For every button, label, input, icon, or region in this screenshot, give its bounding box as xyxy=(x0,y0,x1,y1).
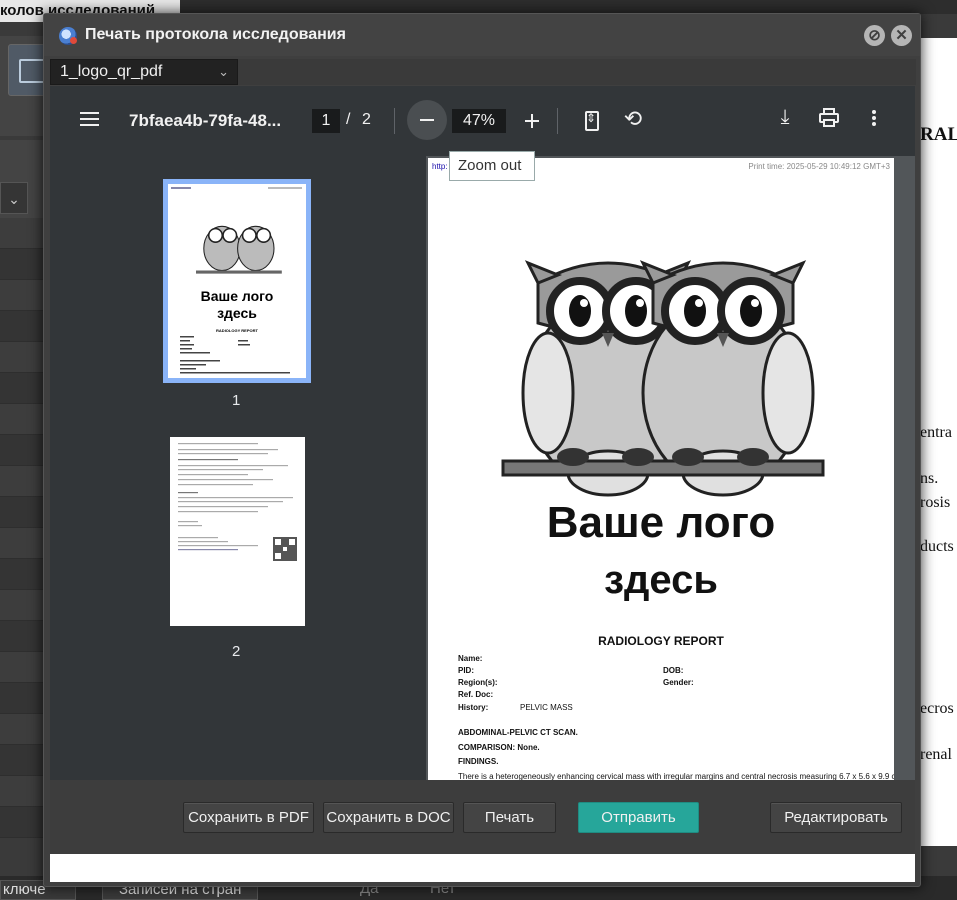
table-row[interactable] xyxy=(0,435,48,466)
zoom-in-button[interactable] xyxy=(521,110,543,132)
print-dialog: Печать протокола исследования ⊘ ✕ 1_logo… xyxy=(43,13,921,887)
pdf-page: http: Print time: 2025-05-29 10:49:12 GM… xyxy=(428,158,894,780)
menu-icon[interactable] xyxy=(78,108,102,132)
table-row[interactable] xyxy=(0,714,48,745)
chevron-down-icon: ⌄ xyxy=(218,64,229,79)
logo-placeholder-text-2: здесь xyxy=(604,558,718,602)
thumbnail-label-1: 1 xyxy=(232,392,241,409)
app-icon xyxy=(59,27,77,45)
table-row[interactable] xyxy=(0,652,48,683)
pdf-toolbar: 7bfaea4b-79fa-48... 1 / 2 47% ⟲ ⤓ xyxy=(50,86,915,156)
table-row[interactable] xyxy=(0,497,48,528)
calendar-icon[interactable] xyxy=(8,44,48,96)
field-ref-doc: Ref. Doc: xyxy=(458,690,494,699)
download-icon[interactable]: ⤓ xyxy=(773,106,797,132)
save-doc-button[interactable]: Сохранить в DOC xyxy=(323,802,454,833)
table-row[interactable] xyxy=(0,683,48,714)
field-findings: FINDINGS. xyxy=(458,757,499,766)
field-name: Name: xyxy=(458,654,483,663)
page-total: 2 xyxy=(362,111,371,128)
doc-fragment: renal xyxy=(920,746,952,763)
field-gender: Gender: xyxy=(663,678,694,687)
table-row[interactable] xyxy=(0,621,48,652)
table-row[interactable] xyxy=(0,218,48,249)
send-button[interactable]: Отправить xyxy=(578,802,699,833)
zoom-input[interactable]: 47% xyxy=(452,109,506,133)
field-scan: ABDOMINAL-PELVIC CT SCAN. xyxy=(458,728,578,737)
fit-page-icon[interactable] xyxy=(585,111,599,131)
dialog-footer: Сохранить в PDF Сохранить в DOC Печать О… xyxy=(50,780,915,854)
field-dob: DOB: xyxy=(663,666,684,675)
background-table xyxy=(0,218,48,868)
table-row[interactable] xyxy=(0,807,48,838)
minimize-icon[interactable]: ⊘ xyxy=(864,25,885,46)
logo-placeholder-text: Ваше лого xyxy=(546,498,776,547)
zoom-out-button[interactable] xyxy=(407,100,447,140)
page-print-time: Print time: 2025-05-29 10:49:12 GMT+3 xyxy=(748,162,890,171)
field-region: Region(s): xyxy=(458,678,498,687)
table-row[interactable] xyxy=(0,249,48,280)
page-url[interactable]: http: xyxy=(432,162,448,171)
owl-logo-image xyxy=(501,260,825,497)
table-row[interactable] xyxy=(0,528,48,559)
table-row[interactable] xyxy=(0,590,48,621)
page-view: http: Print time: 2025-05-29 10:49:12 GM… xyxy=(426,156,915,780)
svg-text:RADIOLOGY REPORT: RADIOLOGY REPORT xyxy=(216,328,258,333)
report-title: RADIOLOGY REPORT xyxy=(598,634,724,648)
toolbar-divider xyxy=(394,108,395,134)
dialog-bottom-area xyxy=(50,854,915,882)
pdf-viewer: 7bfaea4b-79fa-48... 1 / 2 47% ⟲ ⤓ xyxy=(50,86,915,780)
table-row[interactable] xyxy=(0,342,48,373)
svg-text:Ваше лого: Ваше лого xyxy=(201,288,274,304)
page-number-input[interactable]: 1 xyxy=(312,109,340,133)
findings-text: There is a heterogeneously enhancing cer… xyxy=(458,772,894,780)
doc-fragment: ecros xyxy=(920,700,954,717)
more-options-icon[interactable] xyxy=(866,108,882,134)
table-row[interactable] xyxy=(0,466,48,497)
page-thumbnail-2[interactable] xyxy=(170,437,305,626)
page-thumbnail-1[interactable]: Ваше лого здесь RADIOLOGY REPORT xyxy=(163,179,311,383)
thumbnail-label-2: 2 xyxy=(232,643,241,660)
doc-fragment: rosis xyxy=(920,494,951,511)
doc-fragment: entra xyxy=(920,424,952,441)
dialog-title: Печать протокола исследования xyxy=(85,26,346,43)
thumbnail-2-preview xyxy=(178,443,297,561)
table-row[interactable] xyxy=(0,404,48,435)
field-comparison: COMPARISON: None. xyxy=(458,743,540,752)
table-row[interactable] xyxy=(0,311,48,342)
dialog-titlebar[interactable]: Печать протокола исследования ⊘ ✕ xyxy=(44,14,920,56)
thumbnail-1-preview: Ваше лого здесь RADIOLOGY REPORT xyxy=(171,187,302,374)
file-select-strip xyxy=(238,59,916,85)
page-separator: / xyxy=(346,111,351,128)
table-row[interactable] xyxy=(0,373,48,404)
background-document: RAL entra ns. rosis ducts ecros renal xyxy=(918,38,957,846)
doc-fragment: ns. xyxy=(920,470,939,487)
thumbnail-sidebar: Ваше лого здесь RADIOLOGY REPORT 1 2 xyxy=(50,156,426,780)
print-icon[interactable] xyxy=(817,106,843,132)
field-pid: PID: xyxy=(458,666,474,675)
field-history-value: PELVIC MASS xyxy=(520,703,573,712)
print-button[interactable]: Печать xyxy=(463,802,556,833)
save-pdf-button[interactable]: Сохранить в PDF xyxy=(183,802,314,833)
table-row[interactable] xyxy=(0,776,48,807)
field-history: History: xyxy=(458,703,489,712)
edit-button[interactable]: Редактировать xyxy=(770,802,902,833)
zoom-out-tooltip: Zoom out xyxy=(449,151,535,181)
rotate-icon[interactable]: ⟲ xyxy=(620,106,646,132)
close-icon[interactable]: ✕ xyxy=(891,25,912,46)
table-row[interactable] xyxy=(0,559,48,590)
chevron-down-icon[interactable]: ⌄ xyxy=(0,182,28,214)
document-title: 7bfaea4b-79fa-48... xyxy=(129,111,282,130)
doc-fragment: ducts xyxy=(920,538,954,555)
table-row[interactable] xyxy=(0,280,48,311)
table-row[interactable] xyxy=(0,745,48,776)
file-select-value: 1_logo_qr_pdf xyxy=(60,63,163,80)
toolbar-divider xyxy=(557,108,558,134)
svg-text:здесь: здесь xyxy=(217,305,257,321)
doc-fragment: RAL xyxy=(920,124,957,145)
file-select[interactable]: 1_logo_qr_pdf ⌄ xyxy=(50,59,238,85)
background-topbar xyxy=(180,0,957,14)
